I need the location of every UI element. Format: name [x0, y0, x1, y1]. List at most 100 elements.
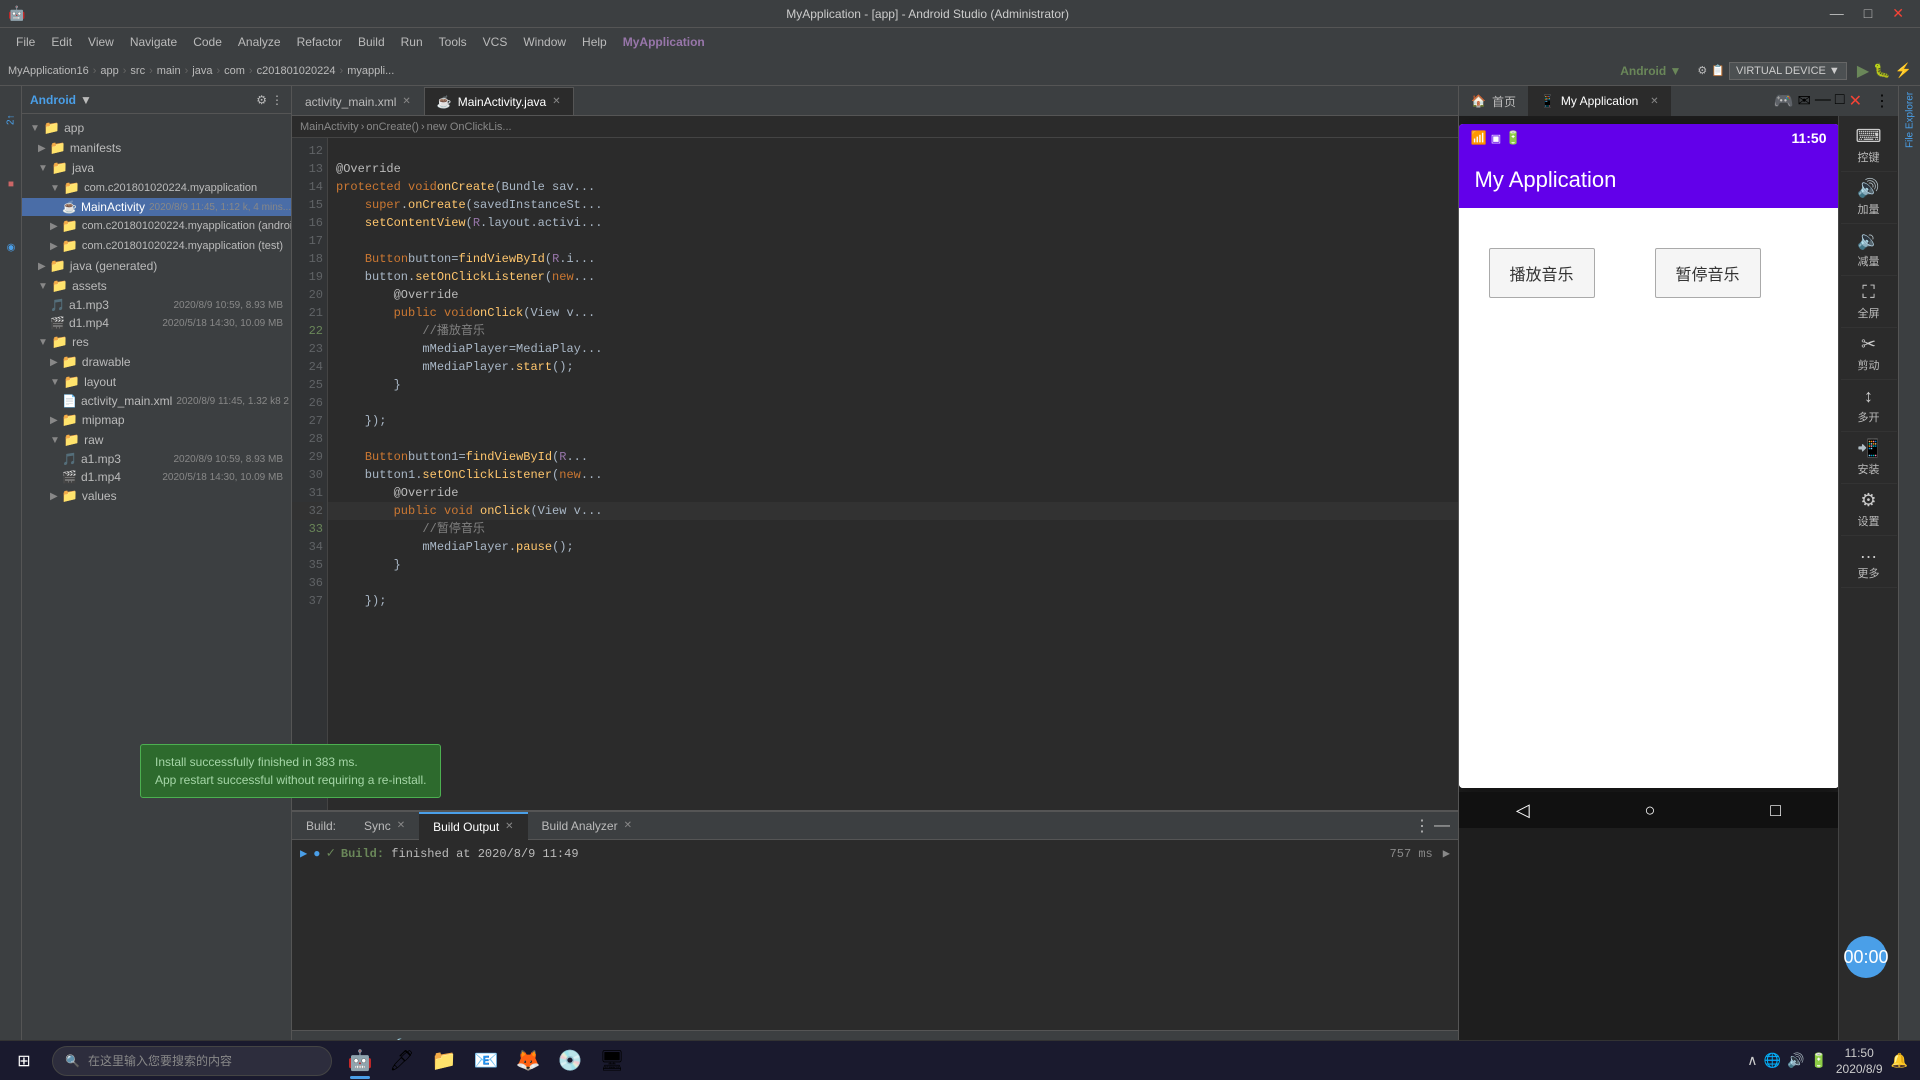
tree-item-d1mp4[interactable]: 🎬 d1.mp4 2020/5/18 14:30, 10.09 MB: [22, 314, 291, 332]
nav-back-btn[interactable]: ◁: [1504, 796, 1542, 825]
sys-sound-icon[interactable]: 🔊: [1787, 1052, 1804, 1069]
android-dropdown-icon[interactable]: ▼: [80, 93, 92, 107]
build-tab-sync-close[interactable]: ✕: [397, 820, 405, 831]
build-panel-close-icon[interactable]: —: [1434, 817, 1450, 835]
taskbar-app-disk[interactable]: 💿: [550, 1041, 590, 1080]
tree-item-a1mp3-raw[interactable]: 🎵 a1.mp3 2020/8/9 10:59, 8.93 MB: [22, 450, 291, 468]
sys-network-icon[interactable]: 🌐: [1764, 1052, 1781, 1069]
window-close-btn[interactable]: ✕: [1884, 5, 1912, 22]
build-panel-more-icon[interactable]: ⋮: [1414, 816, 1430, 836]
menu-window[interactable]: Window: [515, 35, 574, 49]
restore-emu-icon[interactable]: □: [1835, 91, 1845, 111]
ctrl-install[interactable]: 📲 安装: [1841, 432, 1897, 484]
toolbar-icon-1[interactable]: ⚙: [1697, 64, 1707, 77]
taskbar-app-media[interactable]: 🖥: [592, 1041, 632, 1080]
ctrl-vol-up[interactable]: 🔊 加量: [1841, 172, 1897, 224]
build-tab-build[interactable]: Build:: [292, 812, 350, 840]
tree-item-layout[interactable]: ▼ 📁 layout: [22, 372, 291, 392]
menu-code[interactable]: Code: [185, 35, 230, 49]
ctrl-fullscreen[interactable]: ⛶ 全屏: [1841, 276, 1897, 328]
menu-view[interactable]: View: [80, 35, 122, 49]
taskbar-app-browser[interactable]: 🦊: [508, 1041, 548, 1080]
tree-item-app[interactable]: ▼ 📁 app: [22, 118, 291, 138]
phone-btn-play[interactable]: 播放音乐: [1489, 248, 1595, 298]
taskbar-search[interactable]: 🔍 在这里输入您要搜索的内容: [52, 1046, 332, 1076]
notification-center-icon[interactable]: 🔔: [1891, 1052, 1908, 1069]
tree-item-raw[interactable]: ▼ 📁 raw: [22, 430, 291, 450]
tree-item-drawable[interactable]: ▶ 📁 drawable: [22, 352, 291, 372]
taskbar-app-studio[interactable]: 🤖: [340, 1041, 380, 1080]
menu-build[interactable]: Build: [350, 35, 393, 49]
menu-vcs[interactable]: VCS: [475, 35, 516, 49]
far-right-btn-1[interactable]: File Explorer: [1900, 90, 1920, 150]
menu-navigate[interactable]: Navigate: [122, 35, 185, 49]
tab-close-activity-xml[interactable]: ✕: [402, 96, 410, 107]
tree-item-manifests[interactable]: ▶ 📁 manifests: [22, 138, 291, 158]
tree-item-assets[interactable]: ▼ 📁 assets: [22, 276, 291, 296]
build-tab-analyzer[interactable]: Build Analyzer ✕: [528, 812, 646, 840]
menu-run[interactable]: Run: [393, 35, 431, 49]
start-button[interactable]: ⊞: [0, 1041, 48, 1080]
menu-edit[interactable]: Edit: [43, 35, 80, 49]
build-tab-output[interactable]: Build Output ✕: [419, 812, 527, 840]
menu-help[interactable]: Help: [574, 35, 615, 49]
build-tab-output-close[interactable]: ✕: [505, 821, 513, 832]
menu-file[interactable]: File: [8, 35, 43, 49]
far-left-btn-2[interactable]: ■: [1, 154, 21, 214]
sidebar-gear-icon[interactable]: ⚙: [256, 93, 267, 107]
ctrl-more[interactable]: … 更多: [1841, 536, 1897, 588]
menu-analyze[interactable]: Analyze: [230, 35, 289, 49]
ctrl-multiopen[interactable]: ↕ 多开: [1841, 380, 1897, 432]
menu-refactor[interactable]: Refactor: [289, 35, 350, 49]
minimize-emu-icon[interactable]: —: [1815, 91, 1831, 111]
sys-battery-icon[interactable]: 🔋: [1810, 1052, 1827, 1069]
tree-item-d1mp4-raw[interactable]: 🎬 d1.mp4 2020/5/18 14:30, 10.09 MB: [22, 468, 291, 486]
tree-item-activity-xml[interactable]: 📄 activity_main.xml 2020/8/9 11:45, 1.32…: [22, 392, 291, 410]
virtual-device-dropdown[interactable]: VIRTUAL DEVICE ▼: [1729, 62, 1847, 80]
close-emu-icon[interactable]: ✕: [1849, 91, 1862, 111]
tab-main-activity[interactable]: ☕ MainActivity.java ✕: [424, 87, 574, 115]
emulator-tab-home[interactable]: 🏠 首页: [1459, 86, 1528, 116]
far-left-btn-3[interactable]: ◉: [1, 218, 21, 278]
menu-tools[interactable]: Tools: [431, 35, 475, 49]
tree-item-java-gen[interactable]: ▶ 📁 java (generated): [22, 256, 291, 276]
tree-item-android-pkg[interactable]: ▶ 📁 com.c201801020224.myapplication (and…: [22, 216, 291, 236]
toolbar-run-btn[interactable]: ▶: [1857, 61, 1869, 81]
tab-activity-xml[interactable]: activity_main.xml ✕: [292, 87, 424, 115]
emu-more-icon[interactable]: ⋮: [1874, 91, 1890, 111]
phone-btn-pause[interactable]: 暂停音乐: [1655, 248, 1761, 298]
tree-item-test-pkg[interactable]: ▶ 📁 com.c201801020224.myapplication (tes…: [22, 236, 291, 256]
tree-item-res[interactable]: ▼ 📁 res: [22, 332, 291, 352]
nav-recents-btn[interactable]: □: [1758, 796, 1793, 825]
sys-chevron-icon[interactable]: ∧: [1747, 1052, 1757, 1069]
tree-item-java[interactable]: ▼ 📁 java: [22, 158, 291, 178]
tree-item-a1mp3[interactable]: 🎵 a1.mp3 2020/8/9 10:59, 8.93 MB: [22, 296, 291, 314]
ctrl-keyboard[interactable]: ⌨ 控键: [1841, 120, 1897, 172]
ctrl-vol-down[interactable]: 🔉 减量: [1841, 224, 1897, 276]
window-minimize-btn[interactable]: —: [1822, 5, 1852, 22]
tree-item-mainactivity[interactable]: ☕ MainActivity 2020/8/9 11:45, 1:12 k, 4…: [22, 198, 291, 216]
email-icon[interactable]: ✉: [1798, 91, 1811, 111]
build-tab-analyzer-close[interactable]: ✕: [624, 820, 632, 831]
tree-item-values[interactable]: ▶ 📁 values: [22, 486, 291, 506]
toolbar-run-config[interactable]: ⚡: [1895, 62, 1912, 79]
code-content[interactable]: @Override protected void onCreate(Bundle…: [328, 138, 1458, 810]
far-left-btn-1[interactable]: 2↑: [1, 90, 21, 150]
tree-item-mipmap[interactable]: ▶ 📁 mipmap: [22, 410, 291, 430]
toolbar-debug-btn[interactable]: 🐛: [1873, 62, 1890, 79]
taskbar-app-pen[interactable]: 🖊: [382, 1041, 422, 1080]
tree-item-package[interactable]: ▼ 📁 com.c201801020224.myapplication: [22, 178, 291, 198]
ctrl-cut[interactable]: ✂ 剪动: [1841, 328, 1897, 380]
taskbar-app-folder[interactable]: 📁: [424, 1041, 464, 1080]
window-maximize-btn[interactable]: □: [1856, 5, 1880, 22]
myapp-tab-close[interactable]: ✕: [1650, 96, 1658, 107]
nav-home-btn[interactable]: ○: [1633, 796, 1668, 825]
window-controls[interactable]: — □ ✕: [1822, 5, 1912, 22]
build-tab-sync[interactable]: Sync ✕: [350, 812, 419, 840]
toolbar-icon-2[interactable]: 📋: [1711, 64, 1725, 77]
emulator-tab-myapp[interactable]: 📱 My Application ✕: [1528, 86, 1671, 116]
android-dropdown[interactable]: Android ▼: [1620, 64, 1681, 78]
gamepad-icon[interactable]: 🎮: [1774, 91, 1794, 111]
ctrl-settings[interactable]: ⚙ 设置: [1841, 484, 1897, 536]
sidebar-more-icon[interactable]: ⋮: [271, 93, 283, 107]
